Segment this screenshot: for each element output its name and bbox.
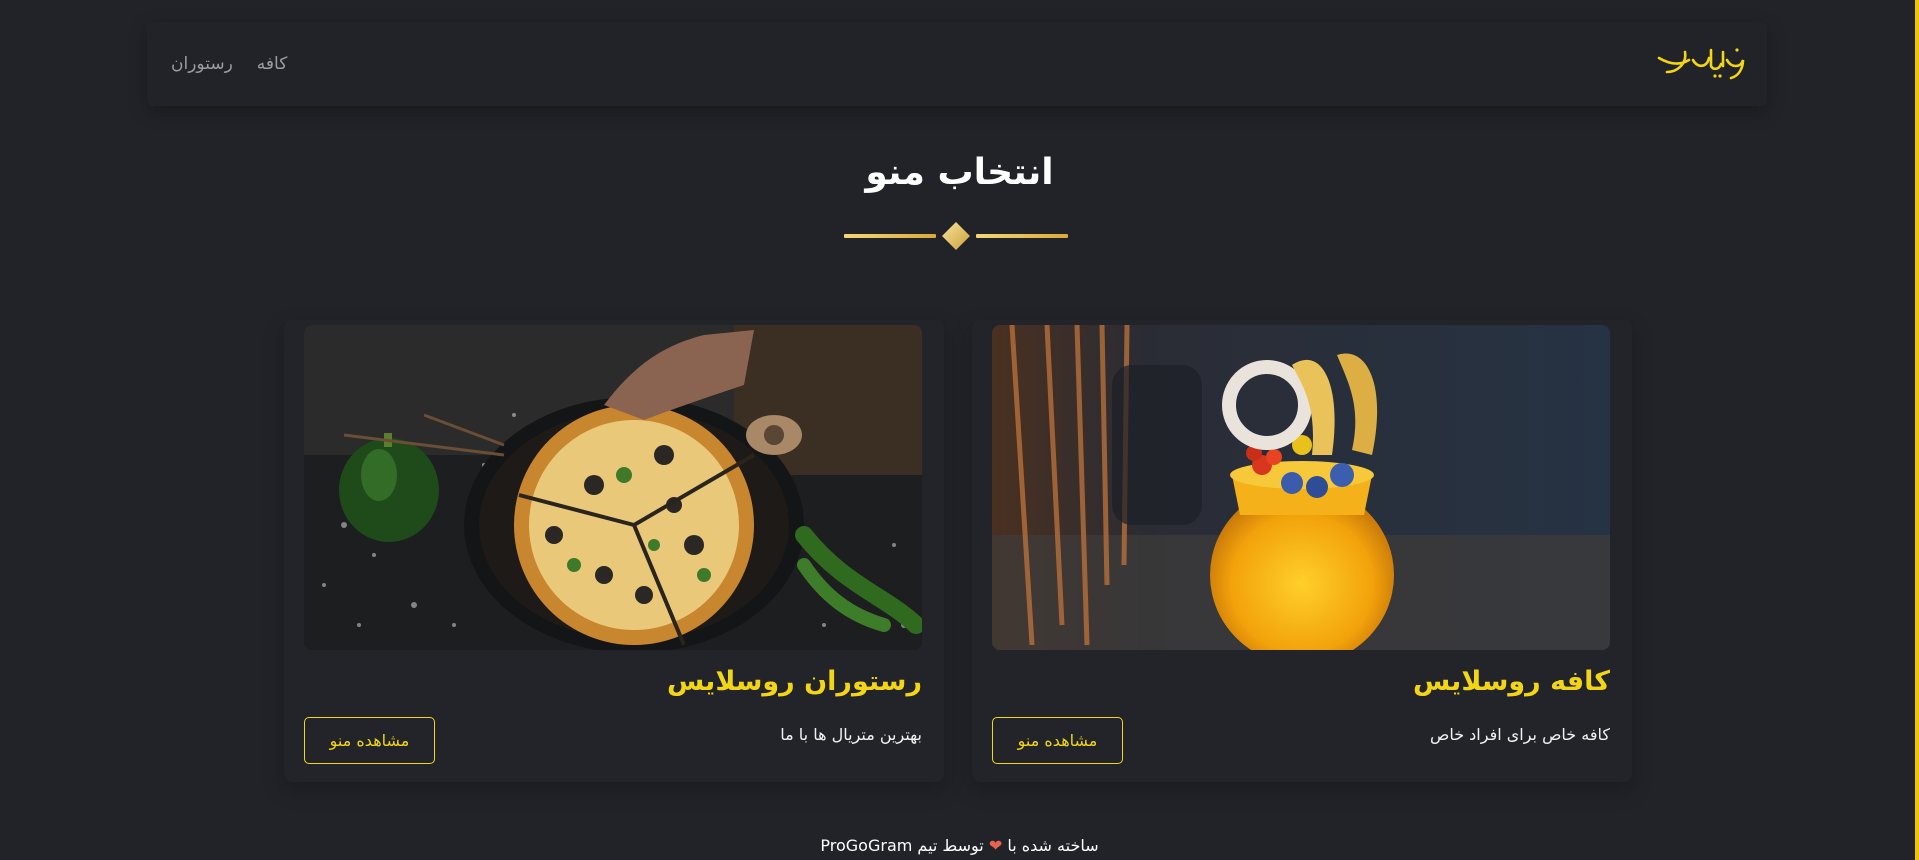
restaurant-card-title: رستوران روسلایس (667, 666, 922, 697)
cafe-card-description: کافه خاص برای افراد خاص (1429, 725, 1610, 744)
nav-links: کافه رستوران (171, 22, 287, 106)
smoothie-image (992, 325, 1610, 650)
pizza-image (304, 325, 922, 650)
footer: ساخته شده با ❤ توسط تیم ProGoGram (0, 836, 1919, 855)
restaurant-card-description: بهترین متریال ها با ما (780, 725, 922, 744)
page-title: انتخاب منو (865, 152, 1054, 193)
cafe-card: کافه روسلایس کافه خاص برای افراد خاص مشا… (972, 320, 1632, 782)
logo-calligraphy (1657, 48, 1745, 80)
footer-text-before: ساخته شده با (1007, 836, 1099, 855)
cafe-view-menu-button[interactable]: مشاهده منو (992, 717, 1123, 764)
navbar: کافه رستوران (147, 22, 1767, 106)
restaurant-view-menu-button[interactable]: مشاهده منو (304, 717, 435, 764)
title-divider (842, 221, 1070, 251)
right-accent-bar (1915, 0, 1919, 860)
nav-link-restaurant[interactable]: رستوران (171, 54, 233, 74)
logo[interactable] (1655, 38, 1747, 90)
heart-icon: ❤ (988, 836, 1003, 855)
footer-text-after: توسط تیم ProGoGram (820, 836, 984, 855)
restaurant-card: رستوران روسلایس بهترین متریال ها با ما م… (284, 320, 944, 782)
nav-link-cafe[interactable]: کافه (257, 54, 288, 74)
cafe-card-title: کافه روسلایس (1413, 666, 1610, 697)
